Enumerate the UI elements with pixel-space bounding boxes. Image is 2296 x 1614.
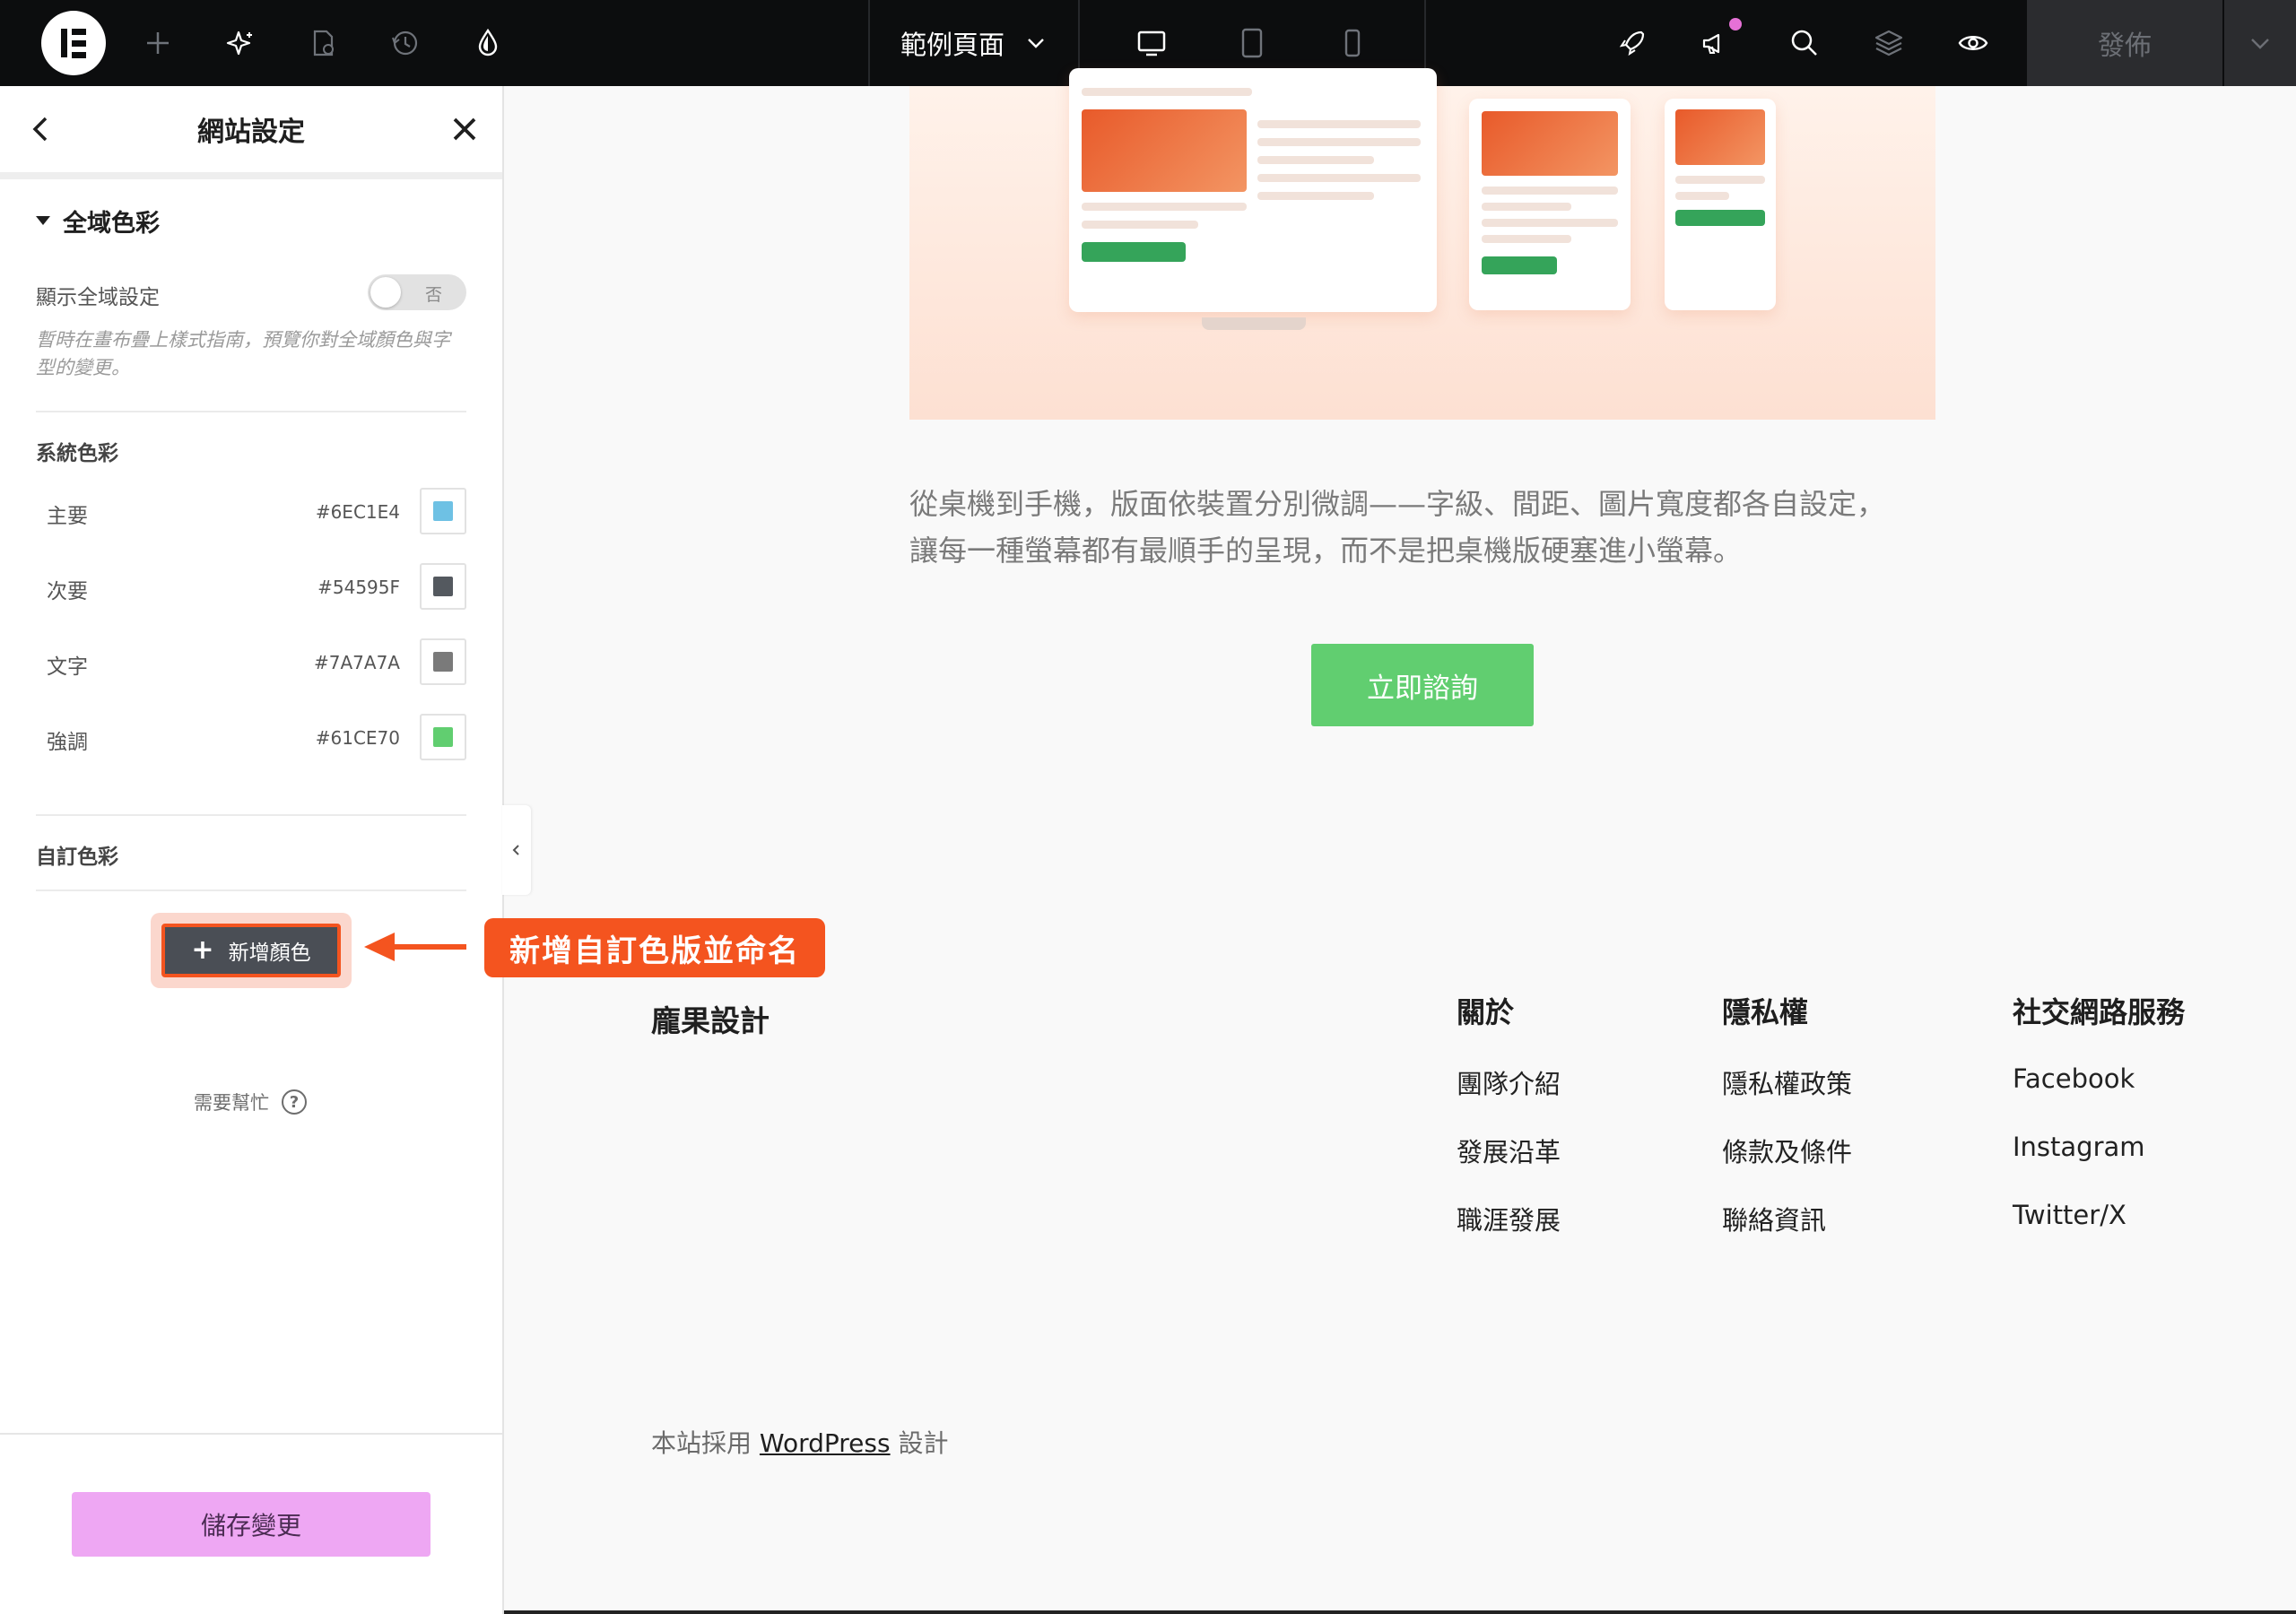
search-icon[interactable]: [1783, 22, 1826, 65]
system-color-row-secondary[interactable]: 次要 #54595F: [36, 560, 466, 613]
add-color-highlight: + 新增顏色: [151, 913, 352, 988]
chevron-down-icon: [1028, 39, 1044, 48]
collapse-panel-button[interactable]: [502, 805, 531, 895]
caret-down-icon: [36, 216, 50, 225]
site-settings-drop-icon[interactable]: [466, 22, 509, 65]
publish-options-button[interactable]: [2224, 0, 2296, 86]
footer-column-about: 關於 團隊介紹 發展沿革 職涯發展: [1457, 990, 1561, 1268]
system-color-row-text[interactable]: 文字 #7A7A7A: [36, 635, 466, 689]
preview-eye-icon[interactable]: [1952, 22, 1995, 65]
color-name: 文字: [47, 655, 88, 679]
need-help-link[interactable]: 需要幫忙 ?: [194, 1089, 307, 1115]
tablet-mockup: [1469, 99, 1631, 310]
color-hex: #61CE70: [315, 727, 400, 749]
need-help-label: 需要幫忙: [194, 1092, 269, 1114]
chevron-down-icon: [2251, 39, 2269, 49]
section-title: 全域色彩: [63, 209, 160, 238]
global-colors-section-toggle[interactable]: 全域色彩: [36, 201, 160, 240]
page-name: 範例頁面: [900, 30, 1004, 60]
cta-button[interactable]: 立即諮詢: [1311, 644, 1534, 726]
color-hex: #54595F: [317, 577, 400, 598]
canvas-bottom-border: [504, 1610, 2296, 1614]
hero-illustration: [909, 68, 1935, 420]
desktop-mockup: [1069, 68, 1437, 312]
tablet-view-icon[interactable]: [1231, 22, 1274, 65]
panel-footer-divider: [0, 1433, 502, 1435]
rocket-icon[interactable]: [1611, 22, 1654, 65]
save-changes-button[interactable]: 儲存變更: [72, 1492, 430, 1557]
color-name: 強調: [47, 731, 88, 754]
color-swatch[interactable]: [420, 488, 466, 534]
footer-link[interactable]: 隱私權政策: [1722, 1063, 1852, 1132]
desktop-stand: [1202, 317, 1306, 330]
plus-icon: +: [191, 934, 214, 966]
footer-link[interactable]: 發展沿革: [1457, 1132, 1561, 1200]
intro-line-2: 讓每一種螢幕都有最順手的呈現，而不是把桌機版硬塞進小螢幕。: [909, 534, 1743, 568]
system-color-row-primary[interactable]: 主要 #6EC1E4: [36, 484, 466, 538]
toggle-knob: [370, 277, 401, 308]
layers-icon[interactable]: [1867, 22, 1910, 65]
intro-line-1: 從桌機到手機，版面依裝置分別微調——字級、間距、圖片寬度都各自設定，: [909, 487, 1886, 521]
mobile-view-icon[interactable]: [1331, 22, 1374, 65]
annotation-arrow-icon: [364, 933, 466, 961]
divider: [36, 814, 466, 816]
close-icon[interactable]: [445, 109, 484, 149]
site-settings-panel: 網站設定 全域色彩 顯示全域設定 否 暫時在畫布疊上樣式指南，預覽你對全域顏色與…: [0, 86, 502, 1614]
add-element-icon[interactable]: [136, 22, 179, 65]
panel-title: 網站設定: [197, 117, 305, 148]
history-icon[interactable]: [384, 22, 427, 65]
ai-sparkle-icon[interactable]: [219, 22, 262, 65]
footer-link[interactable]: Instagram: [2013, 1132, 2185, 1200]
show-global-help-text: 暫時在畫布疊上樣式指南，預覽你對全域顏色與字型的變更。: [36, 329, 450, 378]
footer-link[interactable]: 聯絡資訊: [1722, 1200, 1852, 1268]
footer-link[interactable]: 團隊介紹: [1457, 1063, 1561, 1132]
system-color-row-accent[interactable]: 強調 #61CE70: [36, 710, 466, 764]
publish-button[interactable]: 發佈: [2027, 0, 2222, 86]
footer-heading: 隱私權: [1722, 995, 1809, 1029]
chevron-left-icon: [512, 845, 519, 855]
add-color-button[interactable]: + 新增顏色: [161, 924, 341, 977]
back-arrow-icon[interactable]: [22, 109, 61, 149]
footer-heading: 關於: [1457, 995, 1515, 1029]
color-swatch[interactable]: [420, 714, 466, 760]
panel-header: 網站設定: [0, 86, 502, 172]
footer-column-privacy: 隱私權 隱私權政策 條款及條件 聯絡資訊: [1722, 990, 1852, 1268]
system-colors-title: 系統色彩: [36, 442, 118, 465]
panel-header-border: [0, 172, 502, 179]
color-swatch[interactable]: [420, 563, 466, 610]
show-global-toggle[interactable]: 否: [368, 274, 466, 310]
footer-link[interactable]: 條款及條件: [1722, 1132, 1852, 1200]
color-name: 次要: [47, 580, 88, 603]
footer-heading: 社交網路服務: [2013, 995, 2186, 1029]
custom-colors-title: 自訂色彩: [36, 846, 118, 869]
elementor-logo-icon[interactable]: [41, 11, 106, 75]
add-color-label: 新增顏色: [228, 941, 311, 965]
annotation-label: 新增自訂色版並命名: [484, 918, 825, 977]
footer-link[interactable]: Facebook: [2013, 1063, 2185, 1132]
copyright-suffix: 設計: [898, 1428, 949, 1458]
copyright-prefix: 本站採用: [651, 1428, 752, 1458]
help-question-icon: ?: [282, 1089, 307, 1115]
divider: [36, 889, 466, 891]
wordpress-link[interactable]: WordPress: [760, 1428, 891, 1458]
page-selector[interactable]: 範例頁面: [870, 0, 1078, 86]
desktop-view-icon[interactable]: [1130, 22, 1173, 65]
footer-link[interactable]: Twitter/X: [2013, 1200, 2185, 1268]
footer-link[interactable]: 職涯發展: [1457, 1200, 1561, 1268]
color-name: 主要: [47, 505, 88, 528]
color-swatch[interactable]: [420, 638, 466, 685]
intro-paragraph: 從桌機到手機，版面依裝置分別微調——字級、間距、圖片寬度都各自設定， 讓每一種螢…: [909, 481, 1932, 574]
footer-column-social: 社交網路服務 Facebook Instagram Twitter/X: [2013, 990, 2185, 1268]
color-hex: #6EC1E4: [315, 501, 400, 523]
notification-dot: [1729, 18, 1742, 30]
mobile-mockup: [1665, 99, 1776, 310]
show-global-label: 顯示全域設定: [36, 286, 160, 309]
page-settings-icon[interactable]: [301, 22, 344, 65]
copyright-text: 本站採用 WordPress 設計: [651, 1424, 949, 1460]
color-hex: #7A7A7A: [314, 652, 400, 673]
toggle-state-text: 否: [425, 285, 443, 305]
divider: [36, 411, 466, 412]
footer-brand: 龐果設計: [651, 1003, 770, 1038]
